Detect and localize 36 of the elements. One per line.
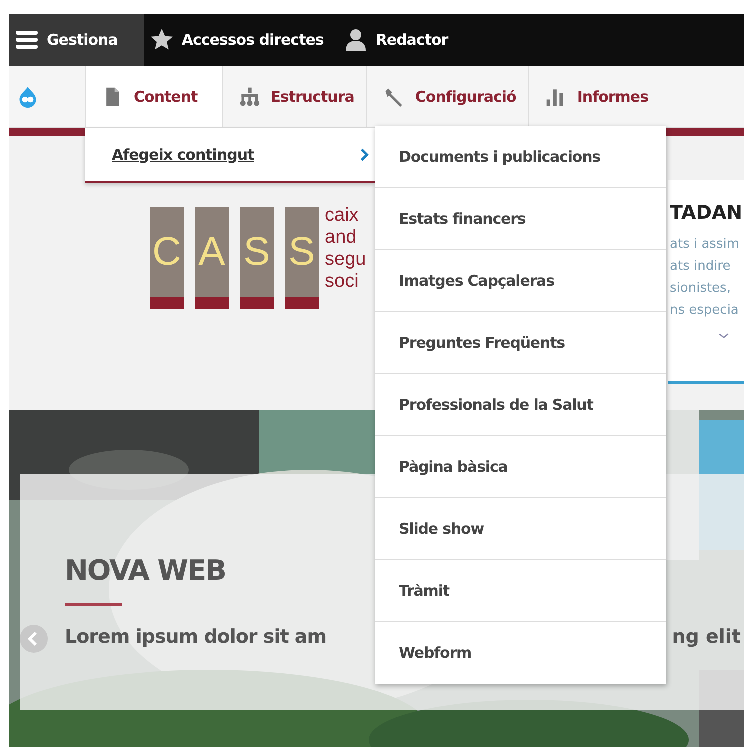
menu-item[interactable]: Webform [375, 622, 666, 684]
toolbar-tab[interactable]: Redactor [338, 14, 462, 66]
slide-title: NOVA WEB [65, 554, 228, 587]
toolbar-tab[interactable]: Gestiona [9, 14, 144, 66]
tray-tab[interactable]: Estructura [222, 66, 366, 127]
star-icon [150, 28, 174, 52]
slide-text: Lorem ipsum dolor sit am [65, 626, 327, 648]
hierarchy-icon [238, 86, 261, 108]
card-text: ats indire [670, 258, 732, 276]
card-text: ns especia [670, 302, 740, 320]
toolbar-tab[interactable]: Accessos directes [144, 14, 338, 66]
user-icon [344, 28, 368, 52]
menu-icon [15, 28, 39, 52]
logo-text: soci [325, 271, 360, 293]
chevron-down-icon [718, 332, 730, 340]
menu-item[interactable]: Pàgina bàsica [375, 436, 666, 498]
logo-letter: A [195, 207, 229, 309]
card-text: sionistes, [670, 280, 732, 298]
logo-text: and [325, 227, 358, 249]
logo-letter: S [285, 207, 319, 309]
card-title: TADAN [670, 202, 744, 224]
menu-item[interactable]: Preguntes Freqüents [375, 312, 666, 374]
menu-link[interactable]: Afegeix contingut [112, 146, 254, 164]
logo-text: caix [325, 205, 360, 227]
logo-letter: S [240, 207, 274, 309]
card-text: ats i assim [670, 236, 741, 254]
tray-tab[interactable]: Content [85, 66, 222, 127]
menu-item[interactable]: Imatges Capçaleras [375, 250, 666, 312]
logo-letter: C [150, 207, 184, 309]
slide-text: ng elit [672, 626, 741, 648]
menu-item[interactable]: Documents i publicacions [375, 126, 666, 188]
menu-item[interactable]: Estats financers [375, 188, 666, 250]
menu-item[interactable]: Professionals de la Salut [375, 374, 666, 436]
menu-item[interactable]: Slide show [375, 498, 666, 560]
logo-text: segu [325, 249, 366, 271]
menu-item[interactable]: Tràmit [375, 560, 666, 622]
